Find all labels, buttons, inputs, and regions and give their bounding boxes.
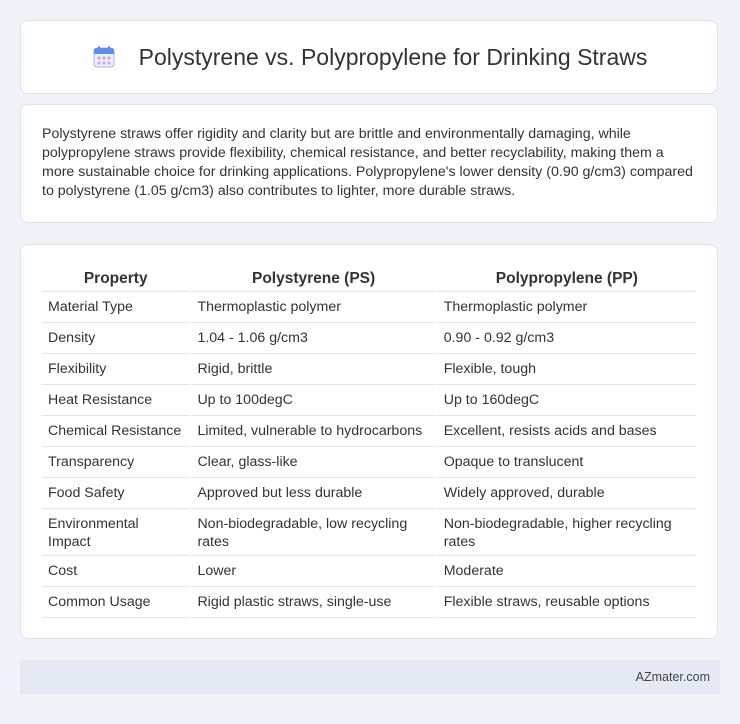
header-polypropylene: Polypropylene (PP) xyxy=(437,265,696,292)
cell-polypropylene: Widely approved, durable xyxy=(437,478,696,509)
footer-bar: AZmater.com xyxy=(20,660,720,694)
cell-polystyrene: Rigid plastic straws, single-use xyxy=(191,587,436,618)
cell-property: Transparency xyxy=(42,447,190,478)
cell-property: Flexibility xyxy=(42,354,190,385)
cell-property: Density xyxy=(42,323,190,354)
cell-polypropylene: Thermoplastic polymer xyxy=(437,292,696,323)
table-row: Density 1.04 - 1.06 g/cm3 0.90 - 0.92 g/… xyxy=(42,323,696,354)
table-row: Material Type Thermoplastic polymer Ther… xyxy=(42,292,696,323)
footer-brand: AZmater.com xyxy=(635,670,710,684)
cell-polypropylene: Flexible, tough xyxy=(437,354,696,385)
cell-polypropylene: Excellent, resists acids and bases xyxy=(437,416,696,447)
cell-property: Common Usage xyxy=(42,587,190,618)
table-row: Transparency Clear, glass-like Opaque to… xyxy=(42,447,696,478)
cell-property: Chemical Resistance xyxy=(42,416,190,447)
cell-property: Food Safety xyxy=(42,478,190,509)
cell-polystyrene: Clear, glass-like xyxy=(191,447,436,478)
cell-polypropylene: Up to 160degC xyxy=(437,385,696,416)
table-row: Flexibility Rigid, brittle Flexible, tou… xyxy=(42,354,696,385)
cell-polystyrene: Limited, vulnerable to hydrocarbons xyxy=(191,416,436,447)
cell-polypropylene: Opaque to translucent xyxy=(437,447,696,478)
cell-polystyrene: Up to 100degC xyxy=(191,385,436,416)
cell-polystyrene: Approved but less durable xyxy=(191,478,436,509)
cell-polypropylene: Flexible straws, reusable options xyxy=(437,587,696,618)
cell-polystyrene: Thermoplastic polymer xyxy=(191,292,436,323)
comparison-table-card: Property Polystyrene (PS) Polypropylene … xyxy=(20,244,718,639)
table-row: Heat Resistance Up to 100degC Up to 160d… xyxy=(42,385,696,416)
cell-polystyrene: Rigid, brittle xyxy=(191,354,436,385)
title-card: Polystyrene vs. Polypropylene for Drinki… xyxy=(20,20,718,94)
cell-polypropylene: Moderate xyxy=(437,556,696,587)
cell-property: Environmental Impact xyxy=(42,509,190,556)
cell-polystyrene: 1.04 - 1.06 g/cm3 xyxy=(191,323,436,354)
table-row: Chemical Resistance Limited, vulnerable … xyxy=(42,416,696,447)
calendar-icon xyxy=(91,44,117,70)
header-property: Property xyxy=(42,265,190,292)
summary-text: Polystyrene straws offer rigidity and cl… xyxy=(42,126,693,199)
page-title: Polystyrene vs. Polypropylene for Drinki… xyxy=(138,43,648,70)
cell-polypropylene: Non-biodegradable, higher recycling rate… xyxy=(437,509,696,556)
cell-property: Cost xyxy=(42,556,190,587)
table-row: Food Safety Approved but less durable Wi… xyxy=(42,478,696,509)
cell-property: Heat Resistance xyxy=(42,385,190,416)
summary-card: Polystyrene straws offer rigidity and cl… xyxy=(20,104,718,223)
table-row: Environmental Impact Non-biodegradable, … xyxy=(42,509,696,556)
header-polystyrene: Polystyrene (PS) xyxy=(191,265,436,292)
table-row: Common Usage Rigid plastic straws, singl… xyxy=(42,587,696,618)
cell-property: Material Type xyxy=(42,292,190,323)
table-header-row: Property Polystyrene (PS) Polypropylene … xyxy=(42,265,696,292)
table-row: Cost Lower Moderate xyxy=(42,556,696,587)
cell-polypropylene: 0.90 - 0.92 g/cm3 xyxy=(437,323,696,354)
cell-polystyrene: Lower xyxy=(191,556,436,587)
cell-polystyrene: Non-biodegradable, low recycling rates xyxy=(191,509,436,556)
comparison-table: Property Polystyrene (PS) Polypropylene … xyxy=(40,265,698,618)
